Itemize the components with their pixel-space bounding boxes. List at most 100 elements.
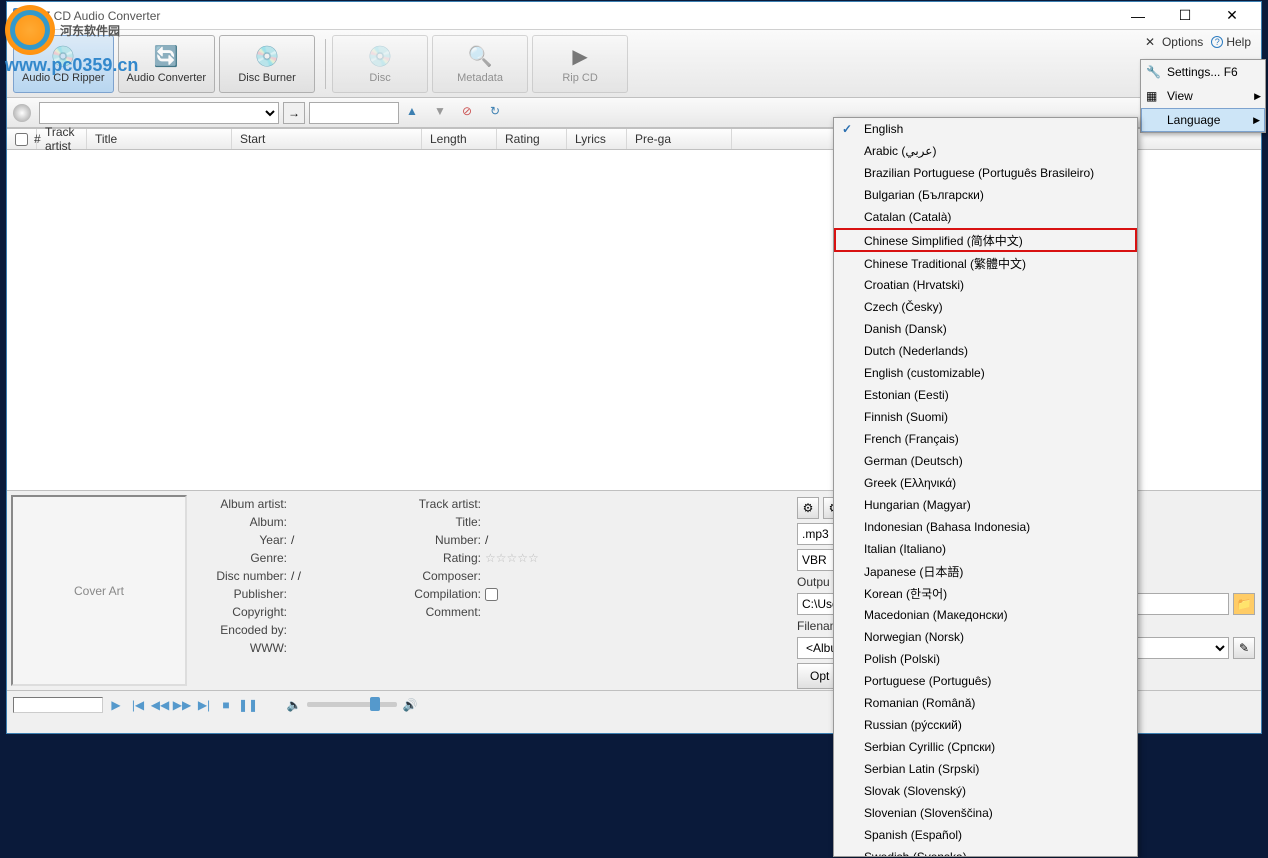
browse-folder-icon[interactable]: 📁	[1233, 593, 1255, 615]
title-bar: EZ CD Audio Converter — ☐ ✕	[7, 2, 1261, 30]
toolbar-icon: 🔄	[150, 44, 182, 70]
submenu-arrow-icon: ▶	[1253, 115, 1260, 126]
stop-icon[interactable]: ■	[217, 696, 235, 714]
column-rating[interactable]: Rating	[497, 129, 567, 149]
column-title[interactable]: Title	[87, 129, 232, 149]
forward-icon[interactable]: ▶▶	[173, 696, 191, 714]
meta-label: Comment:	[391, 605, 481, 619]
toolbar-disc-burner[interactable]: 💿Disc Burner	[219, 35, 315, 93]
pause-icon[interactable]: ❚❚	[239, 696, 257, 714]
meta-value[interactable]: /	[485, 533, 565, 547]
column-#[interactable]: #	[7, 129, 37, 149]
lang-greek[interactable]: Greek (Ελληνικά)	[834, 472, 1137, 494]
menu-language[interactable]: Language ▶	[1141, 108, 1265, 132]
lang-japanese[interactable]: Japanese (日本語)	[834, 560, 1137, 582]
meta-row: Compilation:	[391, 587, 565, 601]
lang-czech[interactable]: Czech (Česky)	[834, 296, 1137, 318]
mute-icon[interactable]: 🔈	[285, 696, 303, 714]
lang-arabic[interactable]: Arabic (عربي)	[834, 140, 1137, 162]
volume-slider[interactable]	[307, 702, 397, 707]
lang-german[interactable]: German (Deutsch)	[834, 450, 1137, 472]
maximize-button[interactable]: ☐	[1162, 2, 1208, 30]
path-go-button[interactable]: →	[283, 102, 305, 124]
column-start[interactable]: Start	[232, 129, 422, 149]
output-gear-icon[interactable]: ⚙	[797, 497, 819, 519]
meta-label: Number:	[391, 533, 481, 547]
column-track-artist[interactable]: Track artist	[37, 129, 87, 149]
skip-end-icon[interactable]: ▶|	[195, 696, 213, 714]
lang-swedish[interactable]: Swedish (Svenska)	[834, 846, 1137, 857]
toolbar-icon: 💿	[47, 44, 79, 70]
lang-korean[interactable]: Korean (한국어)	[834, 582, 1137, 604]
cover-art-box[interactable]: Cover Art	[11, 495, 187, 686]
lang-serbian[interactable]: Serbian Cyrillic (Српски)	[834, 736, 1137, 758]
meta-row: Publisher:	[197, 587, 371, 601]
lang-finnish[interactable]: Finnish (Suomi)	[834, 406, 1137, 428]
meta-label: Compilation:	[391, 587, 481, 601]
lang-macedonian[interactable]: Macedonian (Македонски)	[834, 604, 1137, 626]
lang-croatian[interactable]: Croatian (Hrvatski)	[834, 274, 1137, 296]
lang-english[interactable]: English (customizable)	[834, 362, 1137, 384]
lang-romanian[interactable]: Romanian (Română)	[834, 692, 1137, 714]
toolbar-icon: 💿	[364, 44, 396, 70]
lang-chinese[interactable]: Chinese Traditional (繁體中文)	[834, 252, 1137, 274]
lang-slovak[interactable]: Slovak (Slovenský)	[834, 780, 1137, 802]
rewind-icon[interactable]: ◀◀	[151, 696, 169, 714]
toolbar-metadata: 🔍Metadata	[432, 35, 528, 93]
play-icon[interactable]: ▶	[107, 696, 125, 714]
refresh-icon[interactable]: ↻	[490, 104, 508, 122]
lang-bulgarian[interactable]: Bulgarian (Български)	[834, 184, 1137, 206]
playback-position[interactable]	[13, 697, 103, 713]
lang-dutch[interactable]: Dutch (Nederlands)	[834, 340, 1137, 362]
lang-catalan[interactable]: Catalan (Català)	[834, 206, 1137, 228]
sort-down-icon[interactable]: ▼	[434, 104, 452, 122]
filename-edit-icon[interactable]: ✎	[1233, 637, 1255, 659]
clear-icon[interactable]: ⊘	[462, 104, 480, 122]
minimize-button[interactable]: —	[1115, 2, 1161, 30]
lang-hungarian[interactable]: Hungarian (Magyar)	[834, 494, 1137, 516]
meta-value[interactable]: / /	[291, 569, 371, 583]
skip-start-icon[interactable]: |◀	[129, 696, 147, 714]
column-pre-ga[interactable]: Pre-ga	[627, 129, 732, 149]
lang-danish[interactable]: Danish (Dansk)	[834, 318, 1137, 340]
path-field-2[interactable]	[309, 102, 399, 124]
help-button[interactable]: ? Help	[1211, 35, 1251, 49]
drive-select[interactable]	[39, 102, 279, 124]
toolbar-disc: 💿Disc	[332, 35, 428, 93]
lang-chinese[interactable]: Chinese Simplified (简体中文)	[834, 228, 1137, 252]
lang-slovenian[interactable]: Slovenian (Slovenščina)	[834, 802, 1137, 824]
lang-portuguese[interactable]: Portuguese (Português)	[834, 670, 1137, 692]
lang-russian[interactable]: Russian (ру́сский)	[834, 714, 1137, 736]
lang-italian[interactable]: Italian (Italiano)	[834, 538, 1137, 560]
window-title: EZ CD Audio Converter	[35, 9, 1115, 23]
lang-polish[interactable]: Polish (Polski)	[834, 648, 1137, 670]
meta-label: Publisher:	[197, 587, 287, 601]
meta-row: Rating: ☆☆☆☆☆	[391, 551, 565, 565]
close-button[interactable]: ✕	[1209, 2, 1255, 30]
meta-label: Rating:	[391, 551, 481, 565]
meta-label: Album artist:	[197, 497, 287, 511]
meta-value[interactable]: /	[291, 533, 371, 547]
select-all-checkbox[interactable]	[15, 133, 28, 146]
lang-serbian[interactable]: Serbian Latin (Srpski)	[834, 758, 1137, 780]
meta-label: Copyright:	[197, 605, 287, 619]
options-button[interactable]: ✕ Options	[1145, 35, 1203, 49]
lang-french[interactable]: French (Français)	[834, 428, 1137, 450]
rating-stars[interactable]: ☆☆☆☆☆	[485, 551, 539, 565]
toolbar-audio-cd-ripper[interactable]: 💿Audio CD Ripper	[13, 35, 114, 93]
column-lyrics[interactable]: Lyrics	[567, 129, 627, 149]
column-length[interactable]: Length	[422, 129, 497, 149]
menu-settings[interactable]: 🔧 Settings... F6	[1141, 60, 1265, 84]
meta-row: Disc number:/ /	[197, 569, 371, 583]
toolbar-label: Metadata	[457, 72, 503, 84]
lang-estonian[interactable]: Estonian (Eesti)	[834, 384, 1137, 406]
lang-spanish[interactable]: Spanish (Español)	[834, 824, 1137, 846]
lang-brazilian[interactable]: Brazilian Portuguese (Português Brasilei…	[834, 162, 1137, 184]
menu-view[interactable]: ▦ View ▶	[1141, 84, 1265, 108]
lang-english[interactable]: English	[834, 118, 1137, 140]
sort-up-icon[interactable]: ▲	[406, 104, 424, 122]
toolbar-audio-converter[interactable]: 🔄Audio Converter	[118, 35, 216, 93]
meta-checkbox[interactable]	[485, 588, 498, 601]
lang-indonesian[interactable]: Indonesian (Bahasa Indonesia)	[834, 516, 1137, 538]
lang-norwegian[interactable]: Norwegian (Norsk)	[834, 626, 1137, 648]
